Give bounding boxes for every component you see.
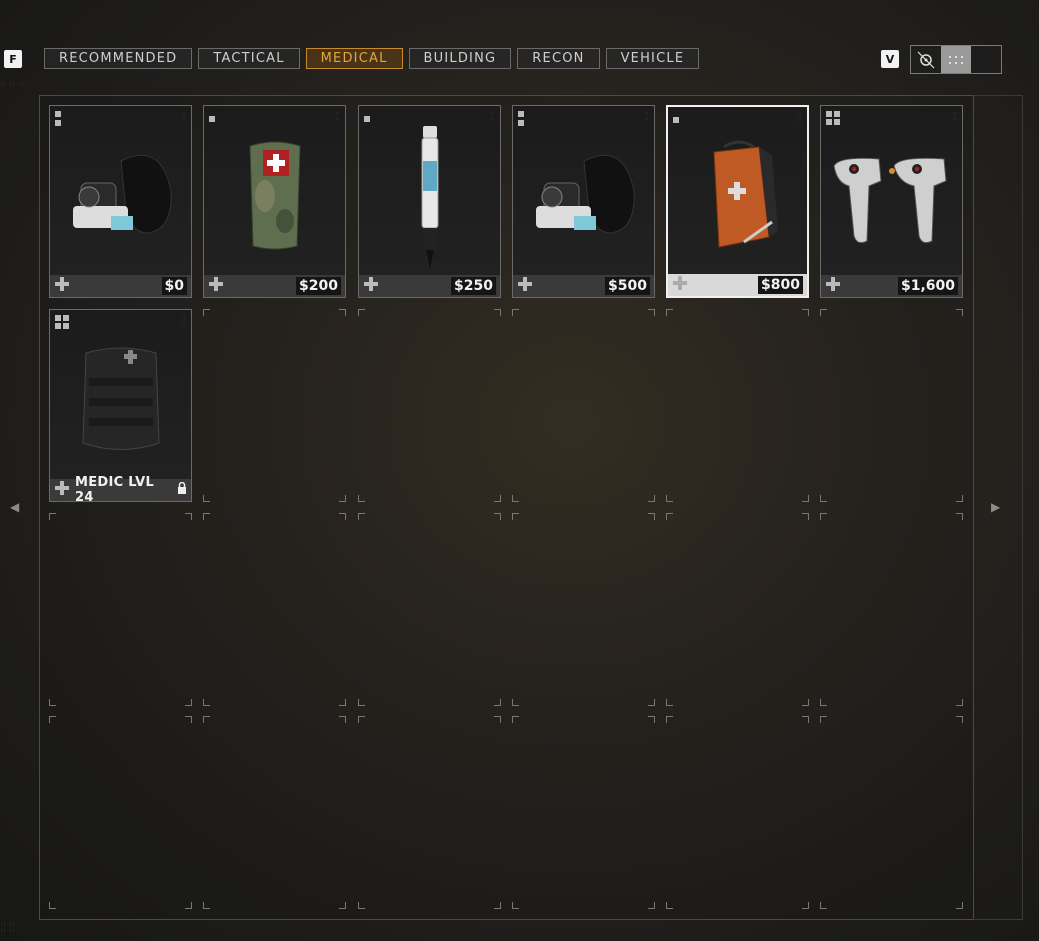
tab-recon[interactable]: RECON bbox=[517, 48, 600, 69]
item-card-defibrillator[interactable]: :::: $1,600 bbox=[820, 105, 963, 298]
card-footer: $250 bbox=[359, 275, 500, 297]
prev-page-arrow-icon[interactable]: ◀ bbox=[10, 500, 19, 514]
item-price: $0 bbox=[161, 277, 187, 295]
empty-slot bbox=[512, 309, 655, 502]
empty-slot bbox=[820, 309, 963, 502]
lock-icon bbox=[177, 481, 187, 499]
category-tabs: RECOMMENDED TACTICAL MEDICAL BUILDING RE… bbox=[44, 48, 700, 69]
plus-icon bbox=[826, 276, 840, 296]
empty-slot bbox=[512, 513, 655, 706]
card-footer: $200 bbox=[204, 275, 345, 297]
medic-pouch-icon bbox=[50, 320, 191, 480]
empty-slot bbox=[203, 309, 346, 502]
empty-slot bbox=[666, 716, 809, 909]
unlock-requirement: MEDIC LVL 24 bbox=[75, 475, 155, 505]
plus-icon bbox=[673, 275, 687, 295]
target-view-icon[interactable] bbox=[911, 46, 941, 73]
tabs-hotkey: F bbox=[4, 50, 22, 68]
empty-slot bbox=[666, 513, 809, 706]
item-card-medic-pouch[interactable]: :::: MEDIC LVL 24 bbox=[49, 309, 192, 505]
view-toggle[interactable] bbox=[910, 45, 1002, 74]
grid-view-icon[interactable] bbox=[941, 46, 971, 73]
empty-slot bbox=[203, 716, 346, 909]
plus-icon bbox=[55, 480, 69, 500]
view-hotkey: V bbox=[881, 50, 899, 68]
empty-slot bbox=[203, 513, 346, 706]
syringe-icon bbox=[359, 116, 500, 276]
item-card-oxygen-mask[interactable]: :::: $500 bbox=[512, 105, 655, 298]
empty-slot bbox=[358, 513, 501, 706]
item-price: $250 bbox=[451, 277, 496, 295]
tab-recommended[interactable]: RECOMMENDED bbox=[44, 48, 193, 69]
item-price: $500 bbox=[605, 277, 650, 295]
card-footer: $800 bbox=[668, 274, 807, 296]
empty-slot bbox=[512, 716, 655, 909]
empty-slot bbox=[49, 513, 192, 706]
bottom-microtext: :: :::: :: bbox=[0, 922, 16, 934]
item-card-syringe[interactable]: :::: $250 bbox=[358, 105, 501, 298]
tab-medical[interactable]: MEDICAL bbox=[305, 48, 403, 69]
defibrillator-icon bbox=[821, 116, 962, 276]
empty-slot bbox=[358, 716, 501, 909]
bandage-icon bbox=[204, 116, 345, 276]
plus-icon bbox=[364, 276, 378, 296]
empty-slot bbox=[820, 716, 963, 909]
item-price: $200 bbox=[296, 277, 341, 295]
item-card-oxygen-mask[interactable]: :::: $0 bbox=[49, 105, 192, 298]
plus-icon bbox=[209, 276, 223, 296]
tab-building[interactable]: BUILDING bbox=[408, 48, 512, 69]
next-page-arrow-icon[interactable]: ▶ bbox=[991, 500, 1000, 514]
plus-icon bbox=[518, 276, 532, 296]
item-card-medic-bag[interactable]: :::: $800 bbox=[666, 105, 809, 298]
oxygen-mask-icon bbox=[513, 116, 654, 276]
item-price: $1,600 bbox=[897, 277, 958, 295]
plus-icon bbox=[55, 276, 69, 296]
card-footer: $500 bbox=[513, 275, 654, 297]
tab-vehicle[interactable]: VEHICLE bbox=[605, 48, 700, 69]
corner-microtext: :: :: :: bbox=[0, 82, 25, 88]
card-footer: $1,600 bbox=[821, 275, 962, 297]
card-footer: $0 bbox=[50, 275, 191, 297]
item-price: $800 bbox=[758, 276, 803, 294]
item-card-bandage[interactable]: :::: $200 bbox=[203, 105, 346, 298]
empty-slot bbox=[358, 309, 501, 502]
oxygen-mask-icon bbox=[50, 116, 191, 276]
empty-slot bbox=[49, 716, 192, 909]
empty-slot bbox=[820, 513, 963, 706]
card-footer: MEDIC LVL 24 bbox=[50, 475, 191, 505]
empty-slot bbox=[666, 309, 809, 502]
tab-tactical[interactable]: TACTICAL bbox=[198, 48, 300, 69]
medic-bag-icon bbox=[668, 117, 809, 277]
